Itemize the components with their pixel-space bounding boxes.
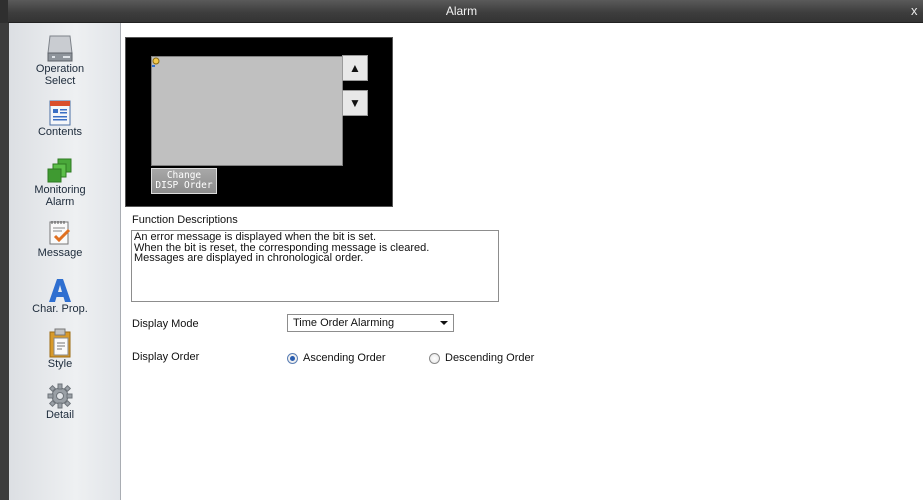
description-line: Messages are displayed in chronological …: [134, 252, 364, 264]
sidebar: Operation Select Contents Monitoring Ala…: [9, 23, 121, 500]
sidebar-item-message[interactable]: Message: [9, 219, 111, 259]
title-bar: Alarm x: [0, 0, 923, 23]
sidebar-item-label: Contents: [37, 126, 83, 138]
sidebar-item-label: Alarm: [45, 196, 75, 208]
char-prop-icon: [49, 279, 71, 302]
description-line: An error message is displayed when the b…: [134, 231, 377, 243]
display-mode-value: Time Order Alarming: [293, 317, 395, 329]
descending-order-radio[interactable]: Descending Order: [429, 352, 534, 364]
ascending-order-radio[interactable]: Ascending Order: [287, 352, 386, 364]
display-order-label: Display Order: [132, 351, 200, 363]
message-icon: [49, 221, 71, 245]
function-descriptions-label: Function Descriptions: [132, 214, 238, 226]
sidebar-item-label: Message: [37, 247, 83, 259]
change-disp-order-label-line2: DISP Order: [155, 180, 213, 191]
sidebar-item-contents[interactable]: Contents: [9, 100, 111, 138]
close-button[interactable]: x: [911, 3, 923, 18]
radio-unselected-icon: [429, 352, 440, 364]
sidebar-item-label: Char. Prop.: [32, 303, 88, 315]
origin-marker-icon: [152, 57, 160, 67]
operation-select-icon: [47, 35, 73, 62]
descending-order-label: Descending Order: [445, 352, 535, 364]
gear-icon: [47, 383, 73, 409]
sidebar-item-label: Monitoring: [34, 184, 86, 196]
window-frame-left: [0, 23, 9, 500]
sidebar-item-label: Operation: [35, 63, 85, 75]
monitoring-alarm-icon: [47, 158, 72, 183]
alarm-preview: ▲ ▼ Change DISP Order: [125, 37, 393, 207]
radio-selected-icon: [287, 352, 298, 364]
sidebar-item-char-prop[interactable]: Char. Prop.: [9, 277, 111, 315]
function-descriptions-text: An error message is displayed when the b…: [131, 230, 499, 302]
display-mode-select[interactable]: Time Order Alarming: [287, 314, 454, 332]
window-title: Alarm: [445, 4, 478, 18]
ascending-order-label: Ascending Order: [303, 352, 386, 364]
sidebar-item-detail[interactable]: Detail: [9, 383, 111, 421]
alarm-preview-screen: [151, 56, 343, 166]
contents-icon: [49, 100, 71, 126]
sidebar-item-label: Style: [47, 358, 73, 370]
chevron-down-icon: [440, 321, 448, 325]
sidebar-item-style[interactable]: Style: [9, 328, 111, 370]
sidebar-item-monitoring-alarm[interactable]: Monitoring Alarm: [9, 158, 111, 208]
sidebar-item-label: Select: [44, 75, 76, 87]
display-mode-label: Display Mode: [132, 318, 199, 330]
sidebar-item-operation-select[interactable]: Operation Select: [9, 33, 111, 87]
change-disp-order-button[interactable]: Change DISP Order: [151, 168, 217, 194]
scroll-up-button[interactable]: ▲: [342, 55, 368, 81]
sidebar-item-label: Detail: [45, 409, 75, 421]
style-icon: [49, 328, 71, 358]
scroll-down-button[interactable]: ▼: [342, 90, 368, 116]
